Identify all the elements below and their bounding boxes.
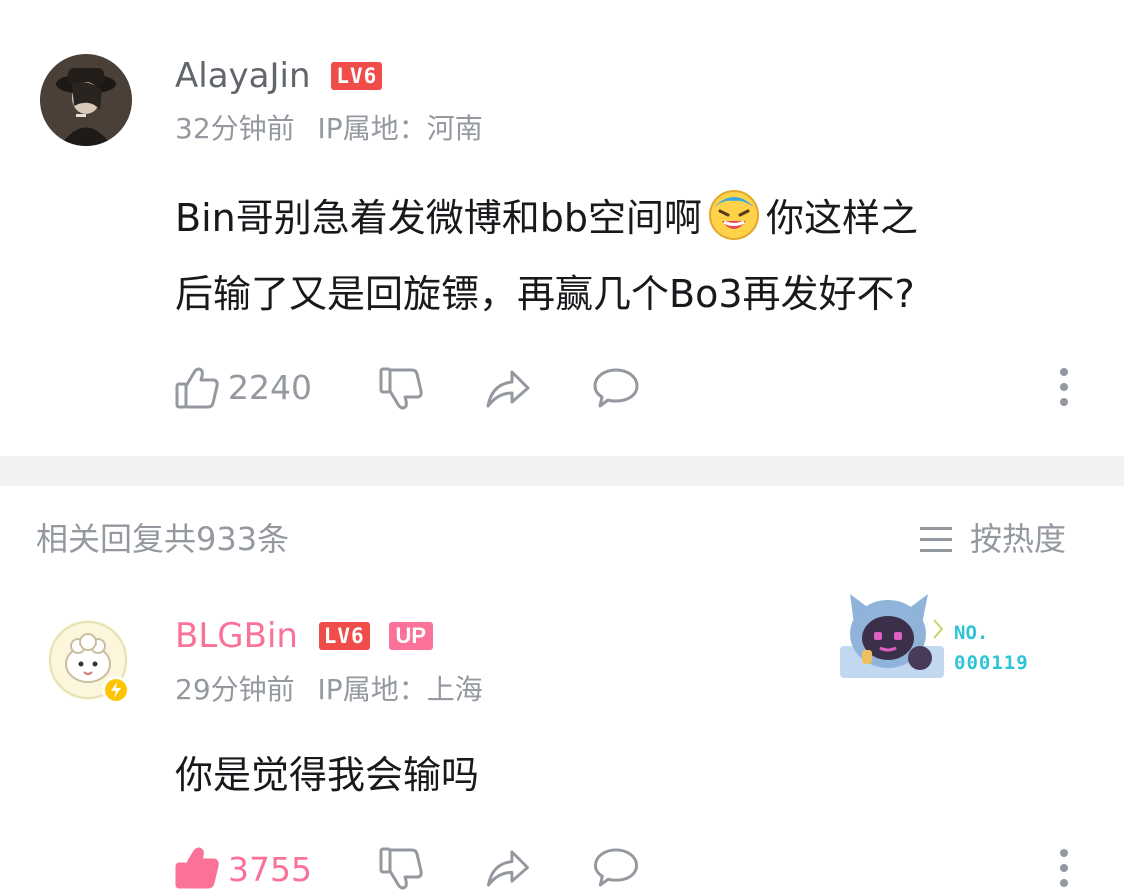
share-icon[interactable]	[484, 846, 532, 889]
laughing-emoji-icon	[706, 185, 762, 241]
comment-ip: IP属地：河南	[317, 112, 483, 145]
fan-badge-number: 000119	[954, 652, 1029, 674]
reply-username[interactable]: BLGBin LV6 UP	[175, 616, 434, 656]
thumbs-up-icon[interactable]	[174, 365, 220, 411]
comment-text: Bin哥别急着发微博和bb空间啊 你这样之 后输了又是回旋镖，再赢几个Bo3再发…	[175, 180, 1095, 332]
sort-label: 按热度	[970, 520, 1067, 558]
comment-icon[interactable]	[592, 366, 640, 410]
reply-text: 你是觉得我会输吗	[175, 753, 480, 797]
thumbs-down-icon[interactable]	[378, 366, 424, 412]
like-count: 3755	[228, 850, 312, 889]
section-divider	[0, 456, 1124, 486]
more-icon[interactable]	[1056, 367, 1072, 407]
reply-count-label: 相关回复共933条	[36, 520, 290, 558]
thumbs-down-icon[interactable]	[378, 846, 424, 892]
reply-time: 29分钟前	[175, 673, 295, 706]
comment-icon[interactable]	[592, 846, 640, 889]
sort-icon	[918, 524, 954, 554]
comment-meta: 32分钟前 IP属地：河南	[175, 112, 483, 146]
comment-username[interactable]: AlayaJin LV6	[175, 56, 383, 96]
more-icon[interactable]	[1056, 848, 1072, 888]
reply-meta: 29分钟前 IP属地：上海	[175, 673, 483, 707]
sort-button[interactable]: 按热度	[918, 519, 1066, 559]
thumbs-up-icon[interactable]	[174, 845, 220, 891]
verified-badge-icon	[101, 675, 131, 705]
fan-badge-label: NO.	[954, 622, 989, 644]
avatar-alayajin[interactable]	[40, 54, 132, 146]
up-badge: UP	[388, 622, 434, 650]
level-badge: LV6	[318, 622, 370, 650]
share-icon[interactable]	[484, 366, 532, 410]
fan-badge[interactable]: NO. 000119	[836, 588, 1046, 684]
level-badge: LV6	[331, 62, 383, 90]
comment-time: 32分钟前	[175, 112, 295, 145]
like-count: 2240	[228, 368, 312, 407]
reply-ip: IP属地：上海	[317, 673, 483, 706]
